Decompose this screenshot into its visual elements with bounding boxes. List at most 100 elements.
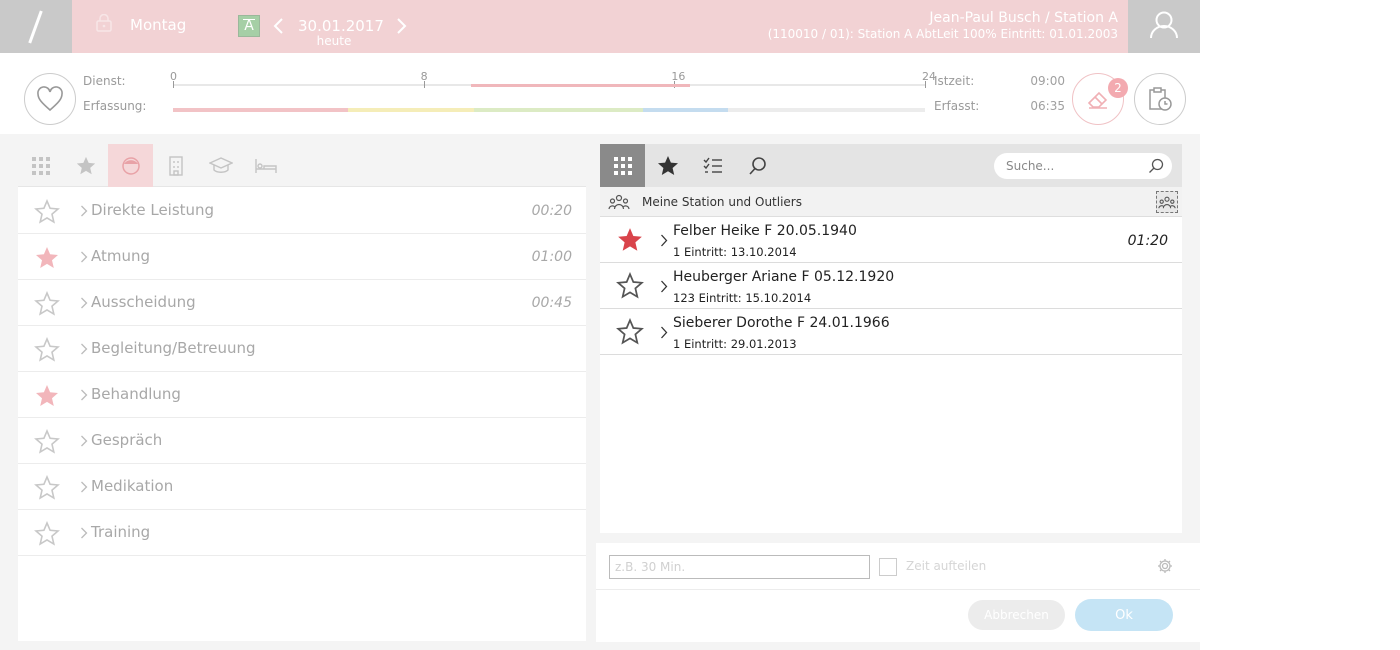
search-box <box>994 153 1172 179</box>
patient-tabs <box>600 144 1182 187</box>
eraser-icon <box>1087 91 1108 109</box>
logo-slash-icon <box>28 10 43 44</box>
tab-favorite-patients[interactable] <box>645 144 690 187</box>
station-select-button[interactable] <box>1156 191 1178 213</box>
category-panel: Direkte Leistung 00:20 Atmung 01:00 Ausschei… <box>18 144 586 641</box>
favorites-button[interactable] <box>24 73 76 125</box>
erfassung-label: Erfassung: <box>83 99 147 113</box>
category-time: 00:45 <box>531 295 572 311</box>
category-label: Behandlung <box>91 385 181 403</box>
search-input[interactable] <box>1006 157 1141 175</box>
timesheet-button[interactable] <box>1134 73 1186 125</box>
patient-name: Sieberer Dorothe F 24.01.1966 <box>673 315 890 331</box>
patient-admission: 1 Eintritt: 13.10.2014 <box>673 245 797 259</box>
istzeit-label: Istzeit: <box>934 74 975 88</box>
tab-all-patients[interactable] <box>600 144 645 187</box>
current-date[interactable]: 30.01.2017 <box>298 17 384 35</box>
building-icon <box>168 155 183 176</box>
category-row[interactable]: Ausscheidung 00:45 <box>18 280 586 326</box>
star-filled-icon[interactable] <box>34 245 60 271</box>
tab-search[interactable] <box>735 144 780 187</box>
tab-all[interactable] <box>18 144 63 187</box>
ok-button[interactable]: Ok <box>1075 599 1173 631</box>
erfasst-label: Erfasst: <box>934 99 980 113</box>
category-label: Ausscheidung <box>91 293 196 311</box>
heart-icon <box>37 86 63 112</box>
chevron-right-icon <box>81 297 88 309</box>
category-row[interactable]: Training <box>18 510 586 556</box>
category-label: Atmung <box>91 247 151 265</box>
category-row[interactable]: Gespräch <box>18 418 586 464</box>
a-calendar-icon[interactable]: A <box>238 15 260 37</box>
star-outline-icon[interactable] <box>34 337 60 363</box>
day-label: Montag <box>130 16 187 34</box>
patient-admission: 123 Eintritt: 15.10.2014 <box>673 291 812 305</box>
erfassung-segment <box>643 108 728 112</box>
category-tabs <box>18 144 586 187</box>
split-time-checkbox[interactable] <box>879 558 897 576</box>
tab-education[interactable] <box>198 144 243 187</box>
patient-row[interactable]: Sieberer Dorothe F 24.01.1966 1 Eintritt:… <box>600 309 1182 355</box>
clipboard-clock-icon <box>1149 87 1172 111</box>
category-label: Medikation <box>91 477 174 495</box>
station-label: Meine Station und Outliers <box>642 195 802 209</box>
time-input[interactable] <box>609 555 870 579</box>
tab-building[interactable] <box>153 144 198 187</box>
user-name: Jean-Paul Busch / Station A <box>929 10 1118 26</box>
category-label: Direkte Leistung <box>91 201 215 219</box>
category-row[interactable]: Behandlung <box>18 372 586 418</box>
chevron-right-icon <box>81 481 88 493</box>
top-header: Montag A 30.01.2017 heute Jean-Paul Busc… <box>0 0 1200 53</box>
lock-icon[interactable] <box>96 14 112 32</box>
chevron-right-icon <box>81 527 88 539</box>
patient-row[interactable]: Felber Heike F 20.05.1940 1 Eintritt: 13.… <box>600 217 1182 263</box>
previous-day-button[interactable] <box>270 14 288 38</box>
app-logo[interactable] <box>0 0 72 53</box>
star-outline-icon[interactable] <box>616 272 644 300</box>
star-outline-icon[interactable] <box>616 318 644 346</box>
star-icon <box>657 155 678 175</box>
patient-row[interactable]: Heuberger Ariane F 05.12.1920 123 Eintrit… <box>600 263 1182 309</box>
category-row[interactable]: Direkte Leistung 00:20 <box>18 188 586 234</box>
star-filled-icon[interactable] <box>616 226 644 254</box>
gear-icon[interactable] <box>1157 558 1173 574</box>
user-icon <box>1150 11 1178 39</box>
time-stats-bar: Dienst: Erfassung: 0 8 16 24 Istzeit: 09:00… <box>0 64 1200 132</box>
category-row[interactable]: Begleitung/Betreuung <box>18 326 586 372</box>
tab-favorites[interactable] <box>63 144 108 187</box>
category-row[interactable]: Atmung 01:00 <box>18 234 586 280</box>
patient-panel: Meine Station und Outliers Felber Heike … <box>600 144 1182 533</box>
chevron-right-icon <box>661 280 668 293</box>
erfassung-segment <box>727 108 925 112</box>
timeline-tick-mark <box>173 81 174 88</box>
erfassung-segment <box>173 108 349 112</box>
erfassung-segment <box>348 108 474 112</box>
next-day-button[interactable] <box>392 14 410 38</box>
patient-name: Felber Heike F 20.05.1940 <box>673 223 857 239</box>
search-icon[interactable] <box>1148 158 1164 174</box>
patient-time: 01:20 <box>1127 233 1168 249</box>
face-icon <box>121 156 140 175</box>
tab-bed[interactable] <box>243 144 288 187</box>
timeline-tick-mark <box>925 81 926 88</box>
star-outline-icon[interactable] <box>34 291 60 317</box>
chevron-right-icon <box>81 389 88 401</box>
category-label: Gespräch <box>91 431 163 449</box>
star-outline-icon[interactable] <box>34 429 60 455</box>
patient-name: Heuberger Ariane F 05.12.1920 <box>673 269 895 285</box>
chevron-right-icon <box>81 251 88 263</box>
cancel-button[interactable]: Abbrechen <box>968 600 1065 630</box>
category-row[interactable]: Medikation <box>18 464 586 510</box>
star-filled-icon[interactable] <box>34 383 60 409</box>
star-outline-icon[interactable] <box>34 199 60 225</box>
star-icon <box>76 156 95 174</box>
star-outline-icon[interactable] <box>34 475 60 501</box>
chevron-right-icon <box>81 205 88 217</box>
star-outline-icon[interactable] <box>34 521 60 547</box>
tab-patient[interactable] <box>108 144 153 187</box>
chevron-right-icon <box>661 234 668 247</box>
search-icon <box>748 156 766 175</box>
user-profile-button[interactable] <box>1128 0 1200 53</box>
station-filter-bar: Meine Station und Outliers <box>600 187 1182 217</box>
tab-checklist[interactable] <box>690 144 735 187</box>
